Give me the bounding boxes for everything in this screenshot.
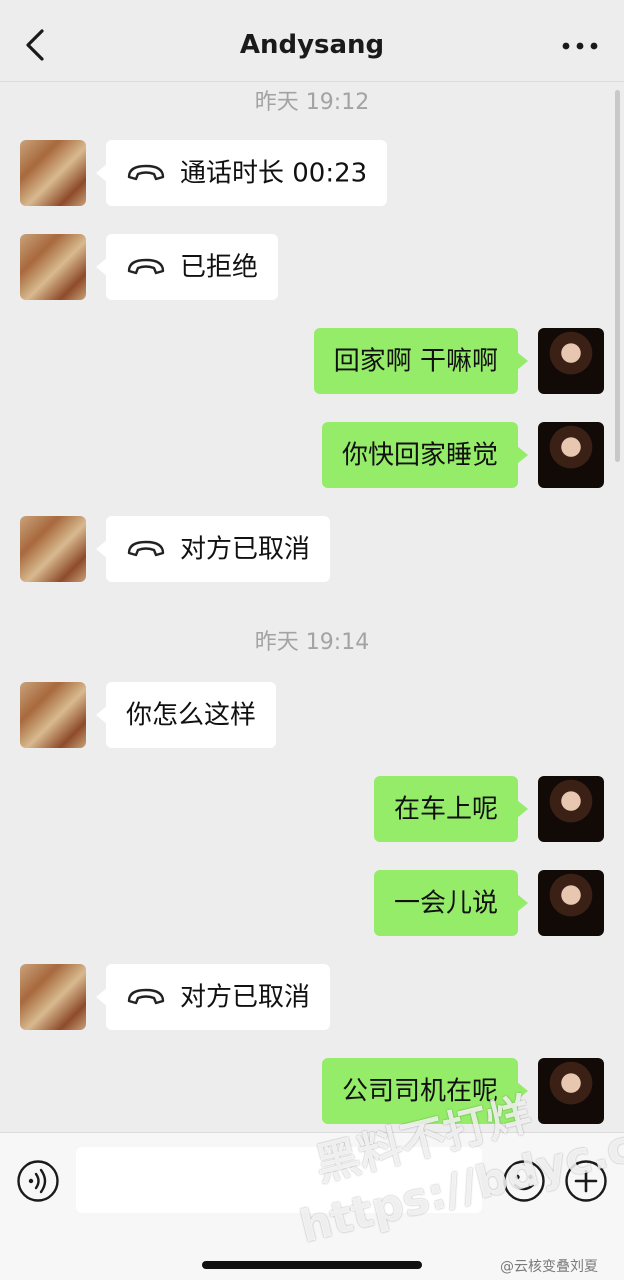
chat-title: Andysang <box>239 30 385 60</box>
my-avatar[interactable] <box>538 870 604 936</box>
source-credit: @云核变叠刘夏 <box>500 1259 598 1275</box>
contact-avatar[interactable] <box>20 964 86 1030</box>
voice-input-icon[interactable] <box>16 1159 60 1203</box>
contact-avatar[interactable] <box>20 682 86 748</box>
timestamp: 昨天 19:12 <box>254 90 370 115</box>
sent-message-bubble[interactable]: 你快回家睡觉 <box>321 422 529 488</box>
message-text: 在车上呢 <box>393 794 498 825</box>
sent-message-bubble[interactable]: 一会儿说 <box>373 870 529 936</box>
contact-avatar[interactable] <box>20 140 86 206</box>
chat-header: Andysang <box>0 0 624 82</box>
call-record-bubble[interactable]: 通话时长 00:23 <box>95 140 388 206</box>
call-record-bubble[interactable]: 已拒绝 <box>95 234 279 300</box>
scrollbar[interactable] <box>615 90 620 462</box>
message-text: 你快回家睡觉 <box>341 440 498 471</box>
phone-hangup-icon <box>127 540 165 556</box>
call-record-text: 对方已取消 <box>180 534 311 565</box>
my-avatar[interactable] <box>538 776 604 842</box>
message-text: 一会儿说 <box>393 888 498 919</box>
call-record-text: 已拒绝 <box>180 252 259 283</box>
more-options-icon[interactable] <box>560 36 600 56</box>
phone-hangup-icon <box>127 988 165 1004</box>
call-record-text: 通话时长 00:23 <box>180 158 368 189</box>
timestamp: 昨天 19:14 <box>254 630 370 655</box>
sent-message-bubble[interactable]: 在车上呢 <box>373 776 529 842</box>
call-record-bubble[interactable]: 对方已取消 <box>95 964 331 1030</box>
message-text: 你怎么这样 <box>126 700 257 731</box>
home-indicator <box>202 1261 422 1269</box>
message-list[interactable]: 昨天 19:12 通话时长 00:23 已拒绝 回家啊 干嘛啊 你快回家睡觉 对… <box>0 82 624 1132</box>
my-avatar[interactable] <box>538 328 604 394</box>
my-avatar[interactable] <box>538 422 604 488</box>
phone-hangup-icon <box>127 164 165 180</box>
contact-avatar[interactable] <box>20 516 86 582</box>
sent-message-bubble[interactable]: 回家啊 干嘛啊 <box>313 328 529 394</box>
call-record-text: 对方已取消 <box>180 982 311 1013</box>
received-message-bubble[interactable]: 你怎么这样 <box>95 682 277 748</box>
phone-hangup-icon <box>127 258 165 274</box>
message-text: 回家啊 干嘛啊 <box>333 346 498 377</box>
contact-avatar[interactable] <box>20 234 86 300</box>
call-record-bubble[interactable]: 对方已取消 <box>95 516 331 582</box>
